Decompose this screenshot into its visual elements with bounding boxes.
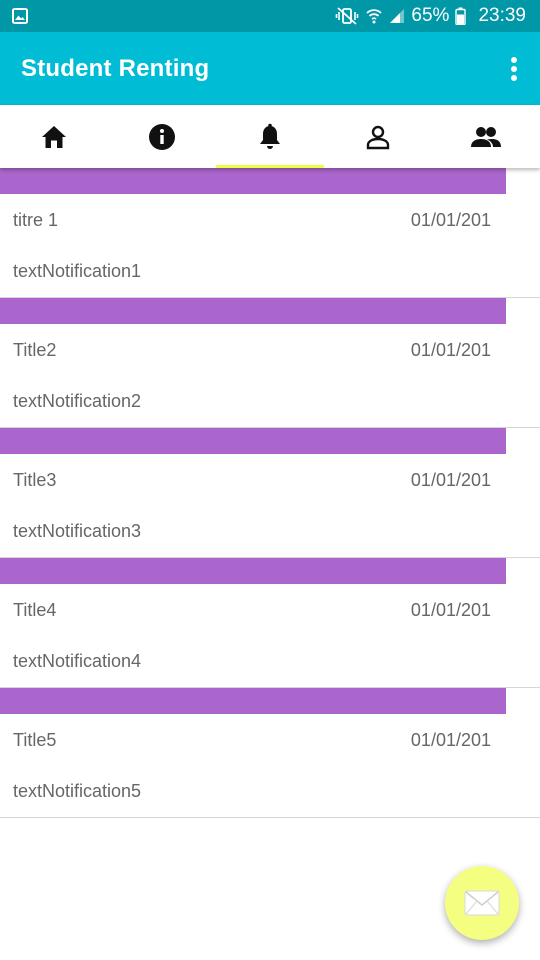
notification-header-band	[0, 428, 506, 454]
notification-date: 01/01/201	[410, 340, 491, 360]
envelope-icon	[464, 890, 500, 916]
person-icon	[365, 124, 391, 150]
notification-text: textNotification1	[13, 261, 142, 281]
tab-community[interactable]	[432, 105, 540, 168]
overflow-menu-icon[interactable]	[504, 49, 524, 89]
battery-percent: 65%	[411, 5, 450, 26]
notification-item[interactable]: Title2 01/01/201 textNotification2	[0, 298, 540, 428]
notification-header-band	[0, 688, 506, 714]
app-title: Student Renting	[21, 54, 210, 82]
notification-date: 01/01/201	[410, 730, 491, 750]
notification-item[interactable]: Title5 01/01/201 textNotification5	[0, 688, 540, 818]
home-icon	[40, 124, 68, 150]
group-icon	[470, 125, 502, 149]
notification-header-band	[0, 168, 506, 194]
status-left	[12, 8, 28, 24]
info-icon	[148, 123, 176, 151]
notification-text: textNotification3	[13, 521, 142, 541]
status-right: 65% 23:39	[335, 5, 526, 27]
notification-item[interactable]: Title3 01/01/201 textNotification3	[0, 428, 540, 558]
notification-title: Title5	[13, 730, 57, 750]
notification-date: 01/01/201	[410, 600, 491, 620]
status-bar: 65% 23:39	[0, 0, 540, 32]
bell-icon	[257, 123, 283, 151]
app-bar: Student Renting	[0, 32, 540, 105]
notification-header-band	[0, 298, 506, 324]
tab-selected-indicator	[216, 165, 324, 168]
notification-date: 01/01/201	[410, 210, 491, 230]
notification-item[interactable]: Title4 01/01/201 textNotification4	[0, 558, 540, 688]
signal-icon	[389, 8, 405, 24]
notification-list: titre 1 01/01/201 textNotification1 Titl…	[0, 168, 540, 818]
notification-text: textNotification2	[13, 391, 142, 411]
notification-title: titre 1	[13, 210, 59, 230]
wifi-icon	[365, 7, 383, 25]
tab-info[interactable]	[108, 105, 216, 168]
notification-text: textNotification5	[13, 781, 142, 801]
notification-header-band	[0, 558, 506, 584]
tab-bar	[0, 105, 540, 168]
gallery-icon	[12, 8, 28, 24]
notification-text: textNotification4	[13, 651, 142, 671]
tab-home[interactable]	[0, 105, 108, 168]
battery-icon	[455, 7, 467, 25]
notification-title: Title2	[13, 340, 57, 360]
tab-profile[interactable]	[324, 105, 432, 168]
status-time: 23:39	[478, 5, 526, 26]
notification-title: Title3	[13, 470, 57, 490]
compose-message-button[interactable]	[445, 866, 519, 940]
mute-vibrate-icon	[335, 7, 359, 25]
notification-title: Title4	[13, 600, 57, 620]
notification-item[interactable]: titre 1 01/01/201 textNotification1	[0, 168, 540, 298]
notification-date: 01/01/201	[410, 470, 491, 490]
tab-notifications[interactable]	[216, 105, 324, 168]
